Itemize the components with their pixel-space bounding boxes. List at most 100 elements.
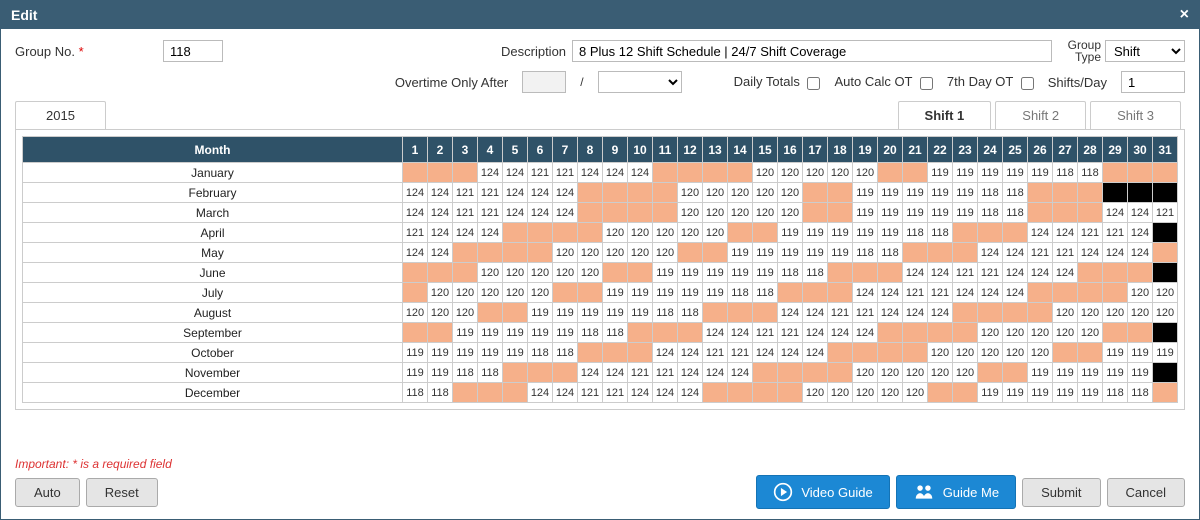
day-cell[interactable]: 119 [803,223,828,243]
day-cell[interactable]: 124 [928,303,953,323]
day-cell[interactable]: 120 [1003,323,1028,343]
day-cell[interactable]: 120 [828,383,853,403]
day-cell[interactable] [828,343,853,363]
day-cell[interactable] [903,323,928,343]
day-cell[interactable] [878,343,903,363]
day-cell[interactable] [953,383,978,403]
day-cell[interactable]: 124 [403,243,428,263]
day-cell[interactable]: 124 [1103,203,1128,223]
day-cell[interactable]: 119 [503,323,528,343]
day-cell[interactable] [1153,243,1178,263]
day-cell[interactable] [1003,363,1028,383]
day-cell[interactable]: 119 [628,283,653,303]
day-cell[interactable]: 121 [1053,243,1078,263]
day-cell[interactable] [403,283,428,303]
day-cell[interactable]: 124 [803,343,828,363]
day-cell[interactable]: 124 [1053,263,1078,283]
day-cell[interactable]: 120 [778,203,803,223]
day-cell[interactable] [1103,323,1128,343]
day-cell[interactable]: 120 [728,183,753,203]
day-cell[interactable] [578,223,603,243]
day-cell[interactable]: 124 [528,203,553,223]
day-cell[interactable]: 120 [628,243,653,263]
day-cell[interactable]: 121 [1153,203,1178,223]
day-cell[interactable]: 124 [503,163,528,183]
day-cell[interactable]: 118 [1003,183,1028,203]
day-cell[interactable]: 118 [453,363,478,383]
group-type-select[interactable]: Shift [1105,40,1185,62]
day-cell[interactable]: 120 [478,283,503,303]
day-cell[interactable]: 119 [778,223,803,243]
day-cell[interactable] [1153,383,1178,403]
day-cell[interactable]: 120 [928,363,953,383]
day-cell[interactable]: 120 [703,203,728,223]
day-cell[interactable]: 121 [753,323,778,343]
day-cell[interactable]: 124 [1078,243,1103,263]
day-cell[interactable] [1153,263,1178,283]
day-cell[interactable] [728,163,753,183]
day-cell[interactable]: 124 [478,223,503,243]
auto-calc-checkbox[interactable] [920,77,933,90]
day-cell[interactable]: 119 [728,243,753,263]
day-cell[interactable] [453,263,478,283]
day-cell[interactable] [578,203,603,223]
day-cell[interactable]: 120 [778,163,803,183]
day-cell[interactable]: 118 [1103,383,1128,403]
day-cell[interactable]: 119 [678,283,703,303]
day-cell[interactable]: 124 [1103,243,1128,263]
day-cell[interactable]: 118 [603,323,628,343]
day-cell[interactable]: 120 [953,363,978,383]
cancel-button[interactable]: Cancel [1107,478,1185,507]
day-cell[interactable] [803,183,828,203]
day-cell[interactable]: 124 [603,163,628,183]
day-cell[interactable]: 120 [753,183,778,203]
day-cell[interactable]: 124 [503,183,528,203]
day-cell[interactable]: 124 [728,363,753,383]
day-cell[interactable]: 120 [453,283,478,303]
day-cell[interactable]: 121 [453,203,478,223]
day-cell[interactable] [1028,183,1053,203]
day-cell[interactable] [403,323,428,343]
day-cell[interactable]: 120 [1028,343,1053,363]
day-cell[interactable]: 124 [778,303,803,323]
day-cell[interactable] [953,323,978,343]
day-cell[interactable]: 124 [678,383,703,403]
day-cell[interactable] [553,363,578,383]
day-cell[interactable]: 119 [1103,343,1128,363]
day-cell[interactable]: 119 [1128,363,1153,383]
day-cell[interactable] [653,183,678,203]
day-cell[interactable]: 124 [853,323,878,343]
day-cell[interactable]: 120 [1128,303,1153,323]
day-cell[interactable]: 118 [728,283,753,303]
day-cell[interactable]: 124 [903,263,928,283]
day-cell[interactable]: 124 [1003,283,1028,303]
day-cell[interactable]: 120 [803,163,828,183]
day-cell[interactable] [753,303,778,323]
day-cell[interactable] [903,343,928,363]
day-cell[interactable]: 118 [853,243,878,263]
day-cell[interactable]: 119 [603,303,628,323]
day-cell[interactable]: 120 [1078,323,1103,343]
day-cell[interactable]: 120 [728,203,753,223]
day-cell[interactable]: 124 [703,323,728,343]
day-cell[interactable]: 124 [403,183,428,203]
day-cell[interactable]: 120 [503,283,528,303]
day-cell[interactable] [903,243,928,263]
day-cell[interactable] [928,323,953,343]
day-cell[interactable]: 120 [553,263,578,283]
day-cell[interactable]: 119 [953,183,978,203]
day-cell[interactable]: 119 [878,203,903,223]
day-cell[interactable]: 124 [1053,223,1078,243]
day-cell[interactable] [853,263,878,283]
day-cell[interactable]: 120 [703,223,728,243]
shift-tab-3[interactable]: Shift 3 [1090,101,1181,129]
day-cell[interactable]: 120 [903,383,928,403]
day-cell[interactable] [1078,183,1103,203]
day-cell[interactable]: 120 [1053,303,1078,323]
day-cell[interactable] [1128,323,1153,343]
close-icon[interactable]: × [1180,6,1189,24]
seventh-day-checkbox[interactable] [1021,77,1034,90]
guide-me-button[interactable]: Guide Me [896,475,1016,509]
day-cell[interactable]: 119 [678,263,703,283]
day-cell[interactable]: 124 [928,263,953,283]
